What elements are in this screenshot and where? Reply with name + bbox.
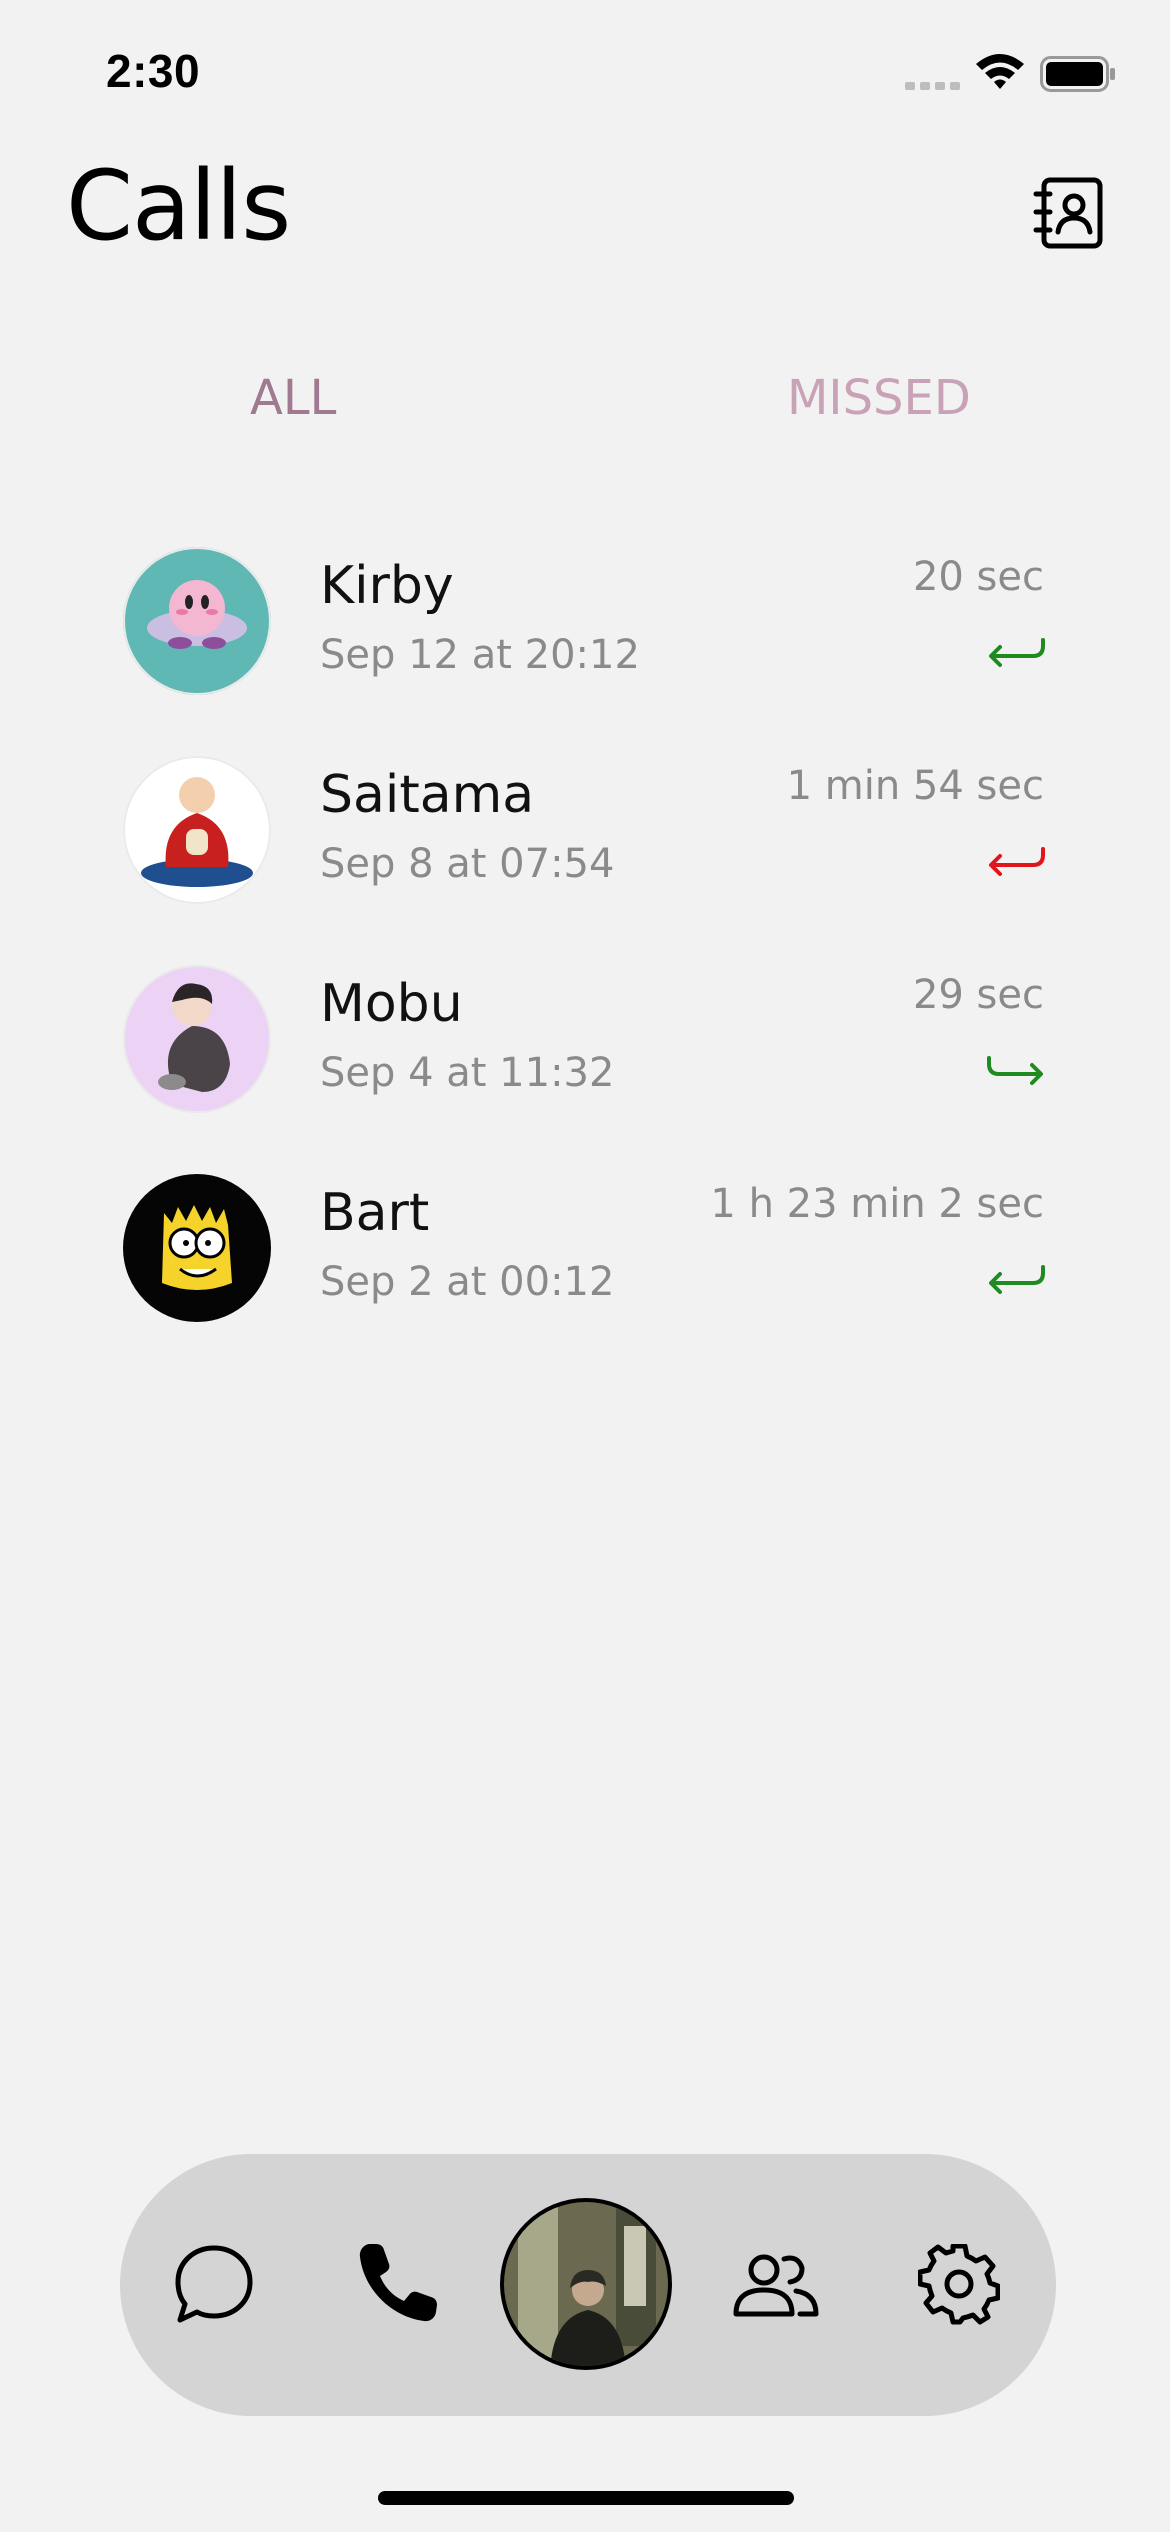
status-bar: 2:30 [0, 0, 1170, 140]
call-time: Sep 2 at 00:12 [320, 1259, 615, 1305]
call-row-kirby[interactable]: Kirby Sep 12 at 20:12 20 sec [0, 540, 1170, 720]
missed-call-icon [989, 847, 1045, 876]
avatar-bart [123, 1174, 271, 1322]
incoming-call-icon [989, 1265, 1045, 1294]
calls-tab[interactable] [356, 2240, 440, 2328]
settings-tab[interactable] [917, 2243, 1001, 2330]
tab-missed[interactable]: MISSED [787, 370, 971, 426]
caller-name: Saitama [320, 765, 535, 825]
call-row-saitama[interactable]: Saitama Sep 8 at 07:54 1 min 54 sec [0, 749, 1170, 929]
bottom-tab-bar [120, 2154, 1056, 2416]
profile-avatar[interactable] [498, 2196, 674, 2372]
caller-name: Bart [320, 1183, 430, 1243]
home-indicator [378, 2491, 794, 2505]
battery-icon [1040, 56, 1115, 92]
call-duration: 1 h 23 min 2 sec [710, 1181, 1044, 1227]
signal-icon [905, 82, 960, 90]
people-icon [733, 2254, 819, 2317]
caller-name: Kirby [320, 556, 454, 616]
tab-all[interactable]: ALL [250, 370, 336, 426]
avatar-saitama [123, 756, 271, 904]
avatar-mobu [123, 965, 271, 1113]
phone-icon [359, 2244, 437, 2322]
call-time: Sep 4 at 11:32 [320, 1050, 615, 1096]
status-time: 2:30 [106, 45, 201, 97]
gear-icon [917, 2243, 1001, 2325]
call-duration: 29 sec [912, 972, 1044, 1018]
call-time: Sep 8 at 07:54 [320, 841, 615, 887]
outgoing-call-icon [987, 1056, 1043, 1085]
profile-photo [500, 2198, 672, 2370]
chats-tab[interactable] [172, 2242, 256, 2330]
incoming-call-icon [989, 638, 1045, 667]
chat-icon [175, 2245, 253, 2323]
wifi-icon [976, 54, 1024, 89]
call-row-bart[interactable]: Bart Sep 2 at 00:12 1 h 23 min 2 sec [0, 1167, 1170, 1347]
page-title: Calls [66, 150, 291, 262]
call-duration: 20 sec [912, 554, 1044, 600]
contacts-tab[interactable] [732, 2250, 820, 2324]
contacts-button[interactable] [1030, 172, 1110, 252]
caller-name: Mobu [320, 974, 463, 1034]
tab-strip: ALL MISSED [0, 370, 1170, 450]
avatar-kirby [123, 547, 271, 695]
call-time: Sep 12 at 20:12 [320, 632, 640, 678]
contacts-book-icon [1033, 177, 1103, 249]
call-row-mobu[interactable]: Mobu Sep 4 at 11:32 29 sec [0, 958, 1170, 1138]
call-duration: 1 min 54 sec [786, 763, 1044, 809]
